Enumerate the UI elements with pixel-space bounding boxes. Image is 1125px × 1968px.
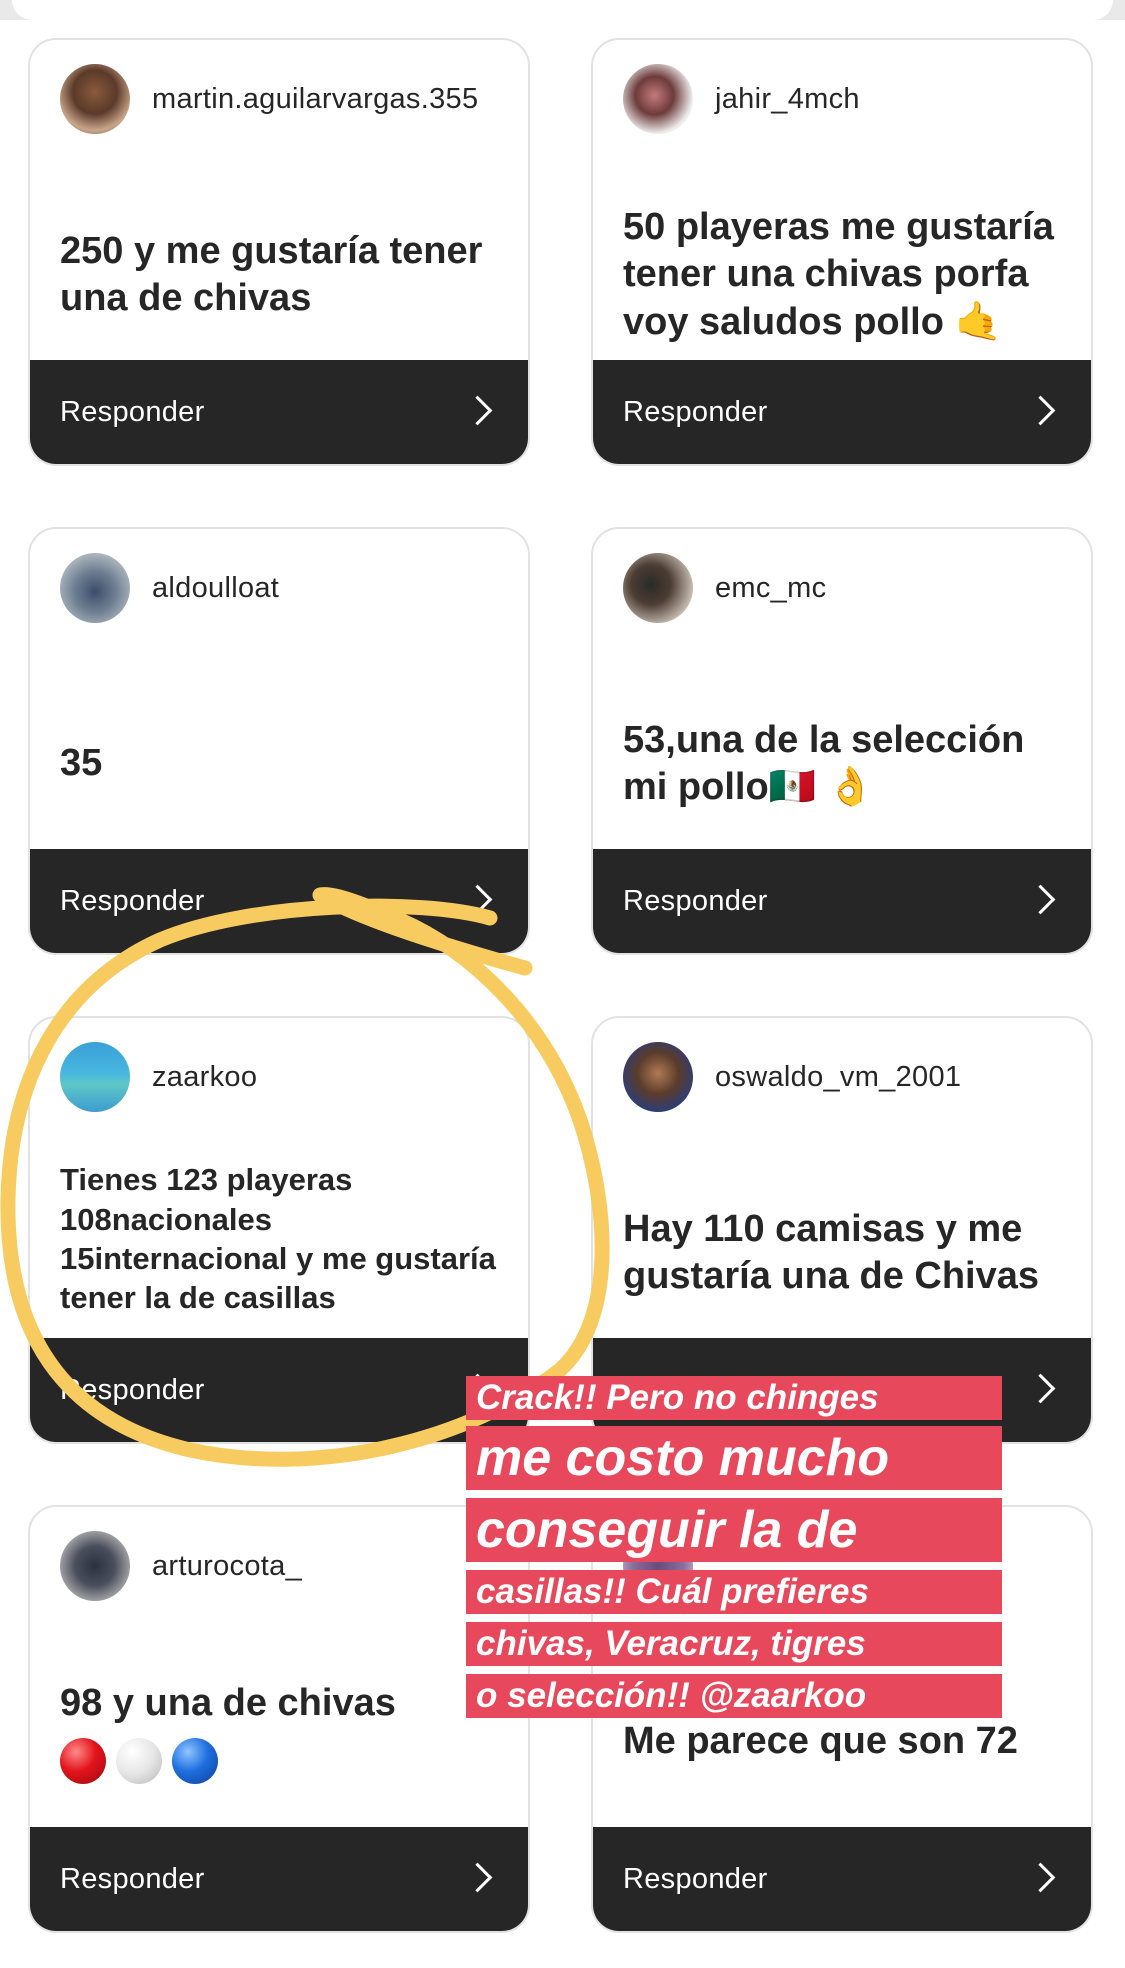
response-text: 53,una de la selección mi pollo🇲🇽 👌 [623,718,1025,809]
reply-label: Responder [60,396,205,428]
caption-line: conseguir la de [466,1498,1002,1562]
username[interactable]: aldoulloat [152,572,279,605]
reply-button[interactable]: Responder [30,1827,528,1931]
response-text: Hay 110 camisas y me gustaría una de Chi… [623,1207,1040,1298]
chevron-right-icon [462,395,493,426]
question-card: aldoulloat 35 Responder [28,527,530,955]
avatar[interactable] [60,1531,130,1601]
reply-label: Responder [60,1374,205,1406]
chevron-right-icon [1025,395,1056,426]
reply-button[interactable]: Responder [593,849,1091,953]
question-card: zaarkoo Tienes 123 playeras 108nacionale… [28,1016,530,1444]
chevron-right-icon [462,1862,493,1893]
response-text-line: 98 y una de chivas [60,1682,396,1725]
response-text: 50 playeras me gustaría tener una chivas… [623,205,1054,343]
avatar[interactable] [60,1042,130,1112]
caption-line: o selección!! @zaarkoo [466,1674,1002,1718]
chevron-right-icon [1025,884,1056,915]
reply-button[interactable]: Responder [30,1338,528,1442]
white-circle-icon [116,1737,162,1784]
avatar[interactable] [623,64,693,134]
chevron-right-icon [1025,1862,1056,1893]
reply-label: Responder [623,1863,768,1895]
reply-button[interactable]: Responder [30,360,528,464]
reply-button[interactable]: Responder [593,1827,1091,1931]
avatar[interactable] [623,1042,693,1112]
response-text: 98 y una de chivas [60,1667,498,1797]
question-card: arturocota_ 98 y una de chivas Responder [28,1505,530,1933]
reply-button[interactable]: Responder [593,360,1091,464]
reply-label: Responder [623,885,768,917]
blue-circle-icon [172,1737,218,1784]
question-card: jahir_4mch 50 playeras me gustaría tener… [591,38,1093,466]
caption-line: Crack!! Pero no chinges [466,1376,1002,1420]
caption-line: casillas!! Cuál prefieres [466,1570,1002,1614]
reply-label: Responder [60,1863,205,1895]
username[interactable]: emc_mc [715,572,826,605]
ball-emojis [60,1736,228,1784]
question-card: emc_mc 53,una de la selección mi pollo🇲🇽… [591,527,1093,955]
card-header: zaarkoo [60,1042,257,1112]
chevron-right-icon [462,884,493,915]
reply-button[interactable]: Responder [30,849,528,953]
card-header: martin.aguilarvargas.355 [60,64,478,134]
caption-line: chivas, Veracruz, tigres [466,1622,1002,1666]
card-header: emc_mc [623,553,826,623]
sheet-top [12,0,1113,20]
card-header: aldoulloat [60,553,279,623]
username[interactable]: martin.aguilarvargas.355 [152,83,478,116]
reply-label: Responder [60,885,205,917]
card-header: arturocota_ [60,1531,302,1601]
username[interactable]: zaarkoo [152,1061,257,1094]
response-text: 250 y me gustaría tener una de chivas [60,229,483,320]
response-text: Tienes 123 playeras 108nacionales 15inte… [60,1162,496,1316]
card-header: oswaldo_vm_2001 [623,1042,961,1112]
response-text: 35 [60,742,103,785]
reply-label: Responder [623,396,768,428]
caption-line: me costo mucho [466,1426,1002,1490]
avatar[interactable] [60,64,130,134]
avatar[interactable] [60,553,130,623]
card-header: jahir_4mch [623,64,860,134]
username[interactable]: jahir_4mch [715,83,860,116]
chevron-right-icon [1025,1373,1056,1404]
status-bar [0,0,1125,20]
question-card: martin.aguilarvargas.355 250 y me gustar… [28,38,530,466]
username[interactable]: arturocota_ [152,1550,302,1583]
red-circle-icon [60,1737,106,1784]
username[interactable]: oswaldo_vm_2001 [715,1061,961,1094]
avatar[interactable] [623,553,693,623]
